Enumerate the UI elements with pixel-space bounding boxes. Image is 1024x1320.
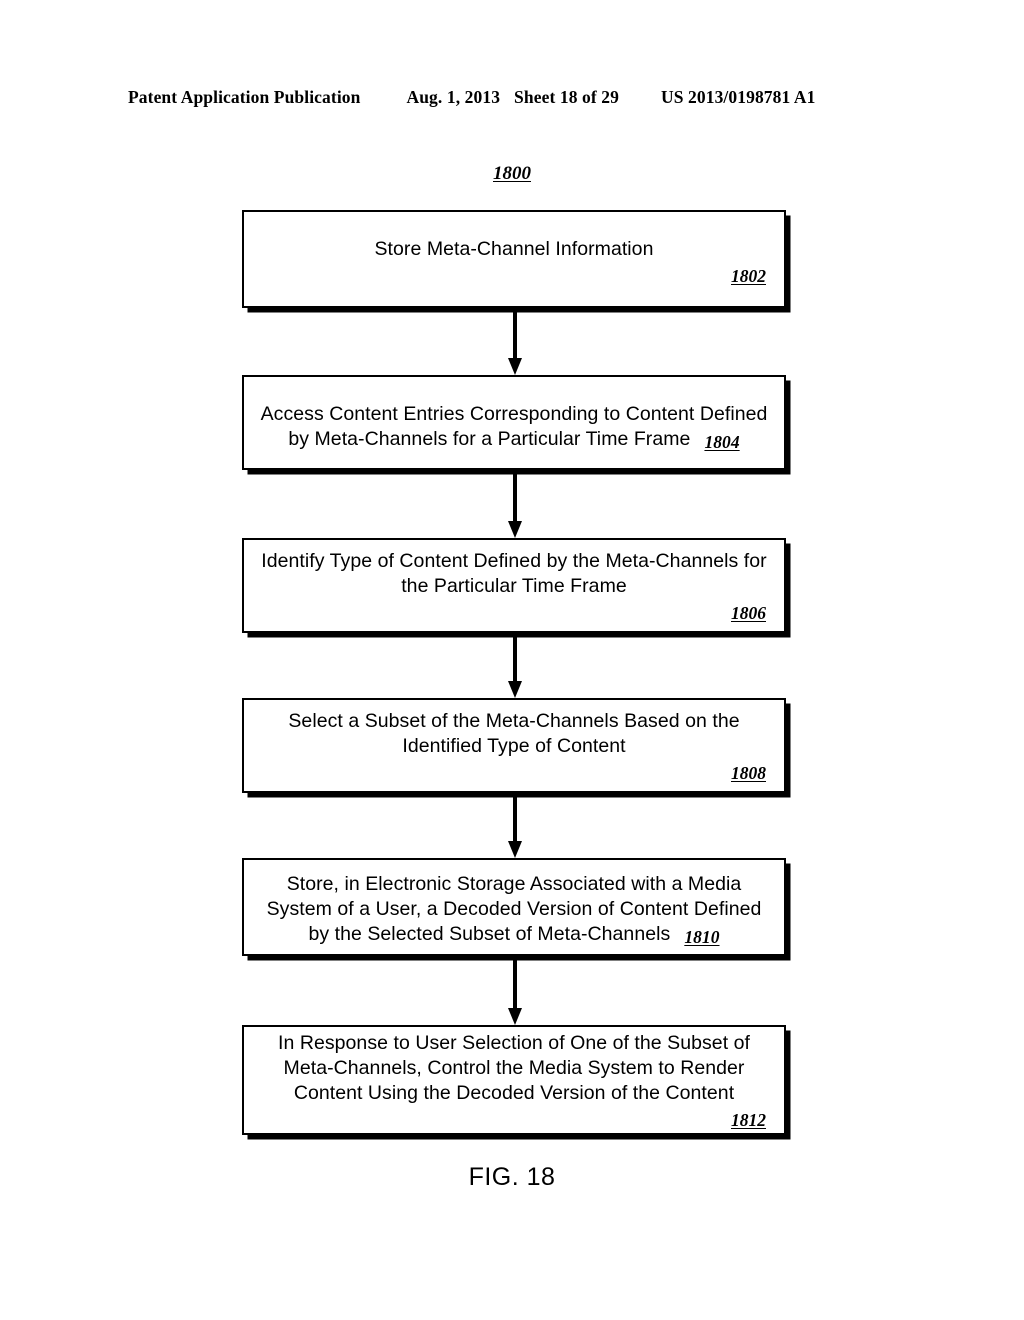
flow-step-1808-text: Select a Subset of the Meta-Channels Bas… <box>244 709 784 759</box>
flow-step-1812: In Response to User Selection of One of … <box>242 1025 786 1135</box>
flow-step-1808-ref-wrap: 1808 <box>244 763 784 784</box>
arrow-shaft <box>513 793 517 843</box>
flow-step-1806-ref: 1806 <box>731 603 766 623</box>
arrow-head-icon <box>508 358 522 375</box>
flow-step-1802-text: Store Meta-Channel Information <box>244 237 784 262</box>
flow-step-1810-ref: 1810 <box>684 926 720 947</box>
flow-step-1808-line-2: Identified Type of Content <box>402 735 626 757</box>
flow-step-1808-ref: 1808 <box>731 763 766 783</box>
flow-step-1808-line-1: Select a Subset of the Meta-Channels Bas… <box>288 710 740 732</box>
flow-step-1804-line-1: Access Content Entries Corresponding to … <box>260 402 768 425</box>
flow-step-1806: Identify Type of Content Defined by the … <box>242 538 786 633</box>
connector-arrow-1802-to-1804 <box>508 308 522 375</box>
flow-step-1810: Store, in Electronic Storage Associated … <box>242 858 786 956</box>
flowchart-figure: 1800 Store Meta-Channel Information 1802… <box>0 0 1024 1320</box>
flow-step-1810-line-2: System of a User, a Decoded Version of C… <box>266 897 762 920</box>
flow-step-1810-line-1: Store, in Electronic Storage Associated … <box>286 872 742 895</box>
arrow-shaft <box>513 633 517 683</box>
flow-step-1806-ref-wrap: 1806 <box>244 603 784 624</box>
arrow-shaft <box>513 956 517 1010</box>
flow-step-1812-ref: 1812 <box>731 1110 766 1130</box>
arrow-shaft <box>513 308 517 360</box>
connector-arrow-1808-to-1810 <box>508 793 522 858</box>
flow-step-1802-ref: 1802 <box>731 266 766 286</box>
flow-step-1806-line-1: Identify Type of Content Defined by the … <box>261 550 767 572</box>
arrow-head-icon <box>508 521 522 538</box>
connector-arrow-1810-to-1812 <box>508 956 522 1025</box>
arrow-head-icon <box>508 841 522 858</box>
flow-step-1802-line-1: Store Meta-Channel Information <box>374 238 654 260</box>
arrow-head-icon <box>508 681 522 698</box>
flow-step-1810-line-3-wrap: by the Selected Subset of Meta-Channels 1… <box>252 922 776 947</box>
flow-step-1802: Store Meta-Channel Information 1802 <box>242 210 786 308</box>
flow-step-1812-line-3: Content Using the Decoded Version of the… <box>293 1082 735 1104</box>
flow-step-1812-ref-wrap: 1812 <box>244 1110 784 1131</box>
flow-step-1806-text: Identify Type of Content Defined by the … <box>244 549 784 599</box>
figure-caption: FIG. 18 <box>468 1163 556 1191</box>
arrow-head-icon <box>508 1008 522 1025</box>
flow-step-1802-ref-wrap: 1802 <box>244 266 784 287</box>
flow-step-1810-line-3: by the Selected Subset of Meta-Channels <box>308 922 671 945</box>
flow-step-1808: Select a Subset of the Meta-Channels Bas… <box>242 698 786 793</box>
connector-arrow-1804-to-1806 <box>508 470 522 538</box>
flow-step-1804: Access Content Entries Corresponding to … <box>242 375 786 470</box>
flow-step-1804-text: Access Content Entries Corresponding to … <box>244 402 784 452</box>
flow-step-1806-line-2: the Particular Time Frame <box>401 575 627 597</box>
flow-step-1812-line-2: Meta-Channels, Control the Media System … <box>283 1057 745 1079</box>
figure-reference-1800: 1800 <box>493 163 531 184</box>
flow-step-1804-line-2: by Meta-Channels for a Particular Time F… <box>288 427 691 450</box>
flow-step-1812-line-1: In Response to User Selection of One of … <box>277 1032 750 1054</box>
connector-arrow-1806-to-1808 <box>508 633 522 698</box>
flow-step-1810-text: Store, in Electronic Storage Associated … <box>244 872 784 947</box>
flow-step-1804-ref: 1804 <box>704 431 740 452</box>
flow-step-1804-line-2-wrap: by Meta-Channels for a Particular Time F… <box>252 427 776 452</box>
arrow-shaft <box>513 470 517 523</box>
flow-step-1812-text: In Response to User Selection of One of … <box>244 1031 784 1106</box>
